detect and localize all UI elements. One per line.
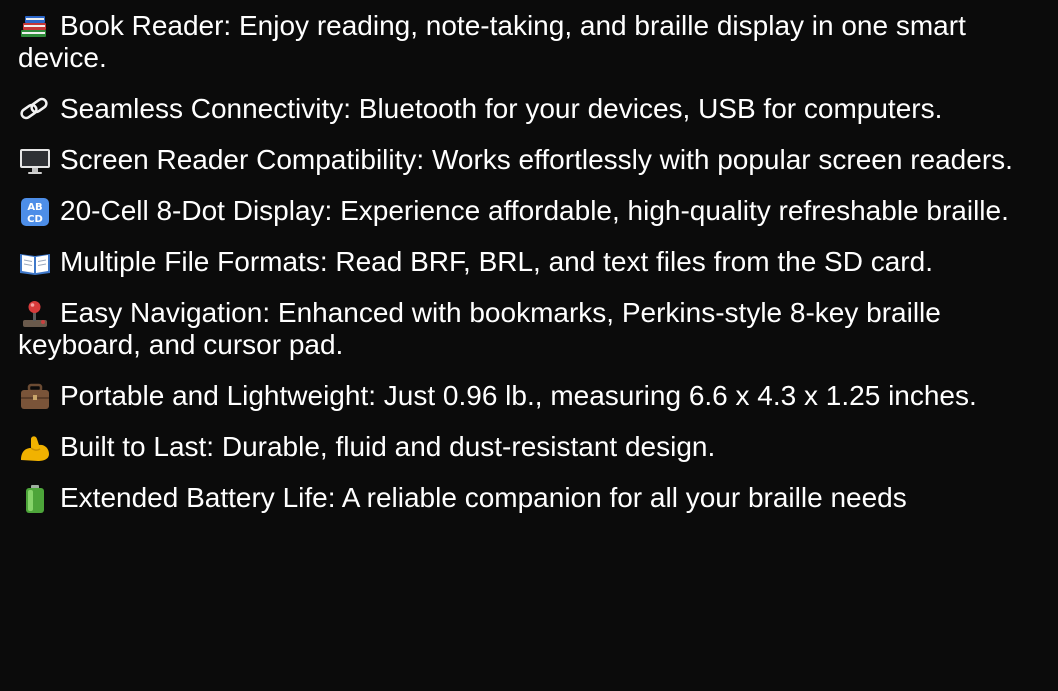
open-book-icon	[18, 248, 52, 278]
feature-item-display: AB CD 20-Cell 8-Dot Display: Experience …	[18, 195, 1058, 227]
feature-item-book-reader: Book Reader: Enjoy reading, note-taking,…	[18, 10, 1058, 74]
feature-text: Portable and Lightweight: Just 0.96 lb.,…	[60, 380, 977, 411]
abcd-input-icon: AB CD	[18, 197, 52, 227]
joystick-icon	[18, 299, 52, 329]
desktop-computer-icon	[18, 146, 52, 176]
feature-list: Book Reader: Enjoy reading, note-taking,…	[0, 0, 1058, 691]
feature-text: Screen Reader Compatibility: Works effor…	[60, 144, 1013, 175]
feature-item-durable: Built to Last: Durable, fluid and dust-r…	[18, 431, 1058, 463]
flexed-biceps-icon	[18, 433, 52, 463]
battery-icon	[18, 484, 52, 514]
feature-text: Seamless Connectivity: Bluetooth for you…	[60, 93, 943, 124]
feature-text: Easy Navigation: Enhanced with bookmarks…	[18, 297, 941, 360]
link-icon	[18, 95, 52, 125]
svg-text:AB: AB	[27, 202, 42, 213]
books-icon	[18, 12, 52, 42]
feature-text: 20-Cell 8-Dot Display: Experience afford…	[60, 195, 1009, 226]
feature-item-battery: Extended Battery Life: A reliable compan…	[18, 482, 1058, 514]
feature-text: Book Reader: Enjoy reading, note-taking,…	[18, 10, 966, 73]
feature-text: Built to Last: Durable, fluid and dust-r…	[60, 431, 716, 462]
feature-text: Extended Battery Life: A reliable compan…	[60, 482, 907, 513]
feature-item-screen-reader: Screen Reader Compatibility: Works effor…	[18, 144, 1058, 176]
feature-item-file-formats: Multiple File Formats: Read BRF, BRL, an…	[18, 246, 1058, 278]
feature-item-navigation: Easy Navigation: Enhanced with bookmarks…	[18, 297, 1058, 361]
feature-item-connectivity: Seamless Connectivity: Bluetooth for you…	[18, 93, 1058, 125]
feature-text: Multiple File Formats: Read BRF, BRL, an…	[60, 246, 933, 277]
svg-text:CD: CD	[27, 214, 43, 225]
feature-item-portable: Portable and Lightweight: Just 0.96 lb.,…	[18, 380, 1058, 412]
briefcase-icon	[18, 382, 52, 412]
